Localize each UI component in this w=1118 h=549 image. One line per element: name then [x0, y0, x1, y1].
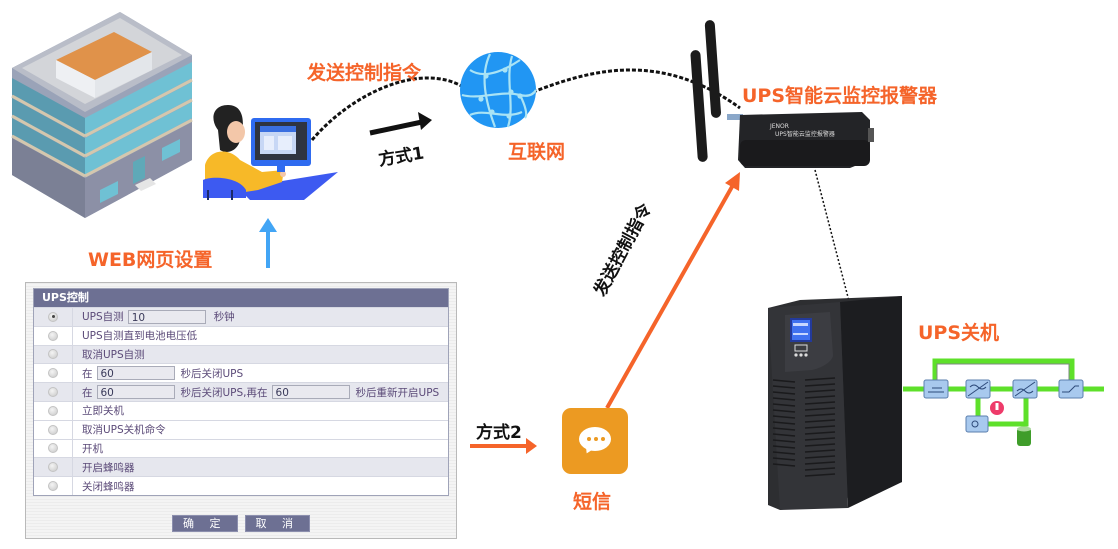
option-row-buzzer-off[interactable]: 关闭蜂鸣器	[34, 476, 448, 495]
form-buttons: 确 定 取 消	[26, 515, 456, 532]
device-model-text: UPS智能云监控报警器	[775, 130, 835, 138]
sms-label: 短信	[573, 491, 612, 513]
option-suffix: 秒后关闭UPS	[180, 367, 244, 380]
shutdown-seconds-input[interactable]: 60	[96, 366, 175, 381]
option-label: 开启蜂鸣器	[82, 461, 135, 474]
option-label: UPS自测	[82, 311, 124, 324]
internet-label: 互联网	[508, 141, 566, 163]
send-command-label-top: 发送控制指令	[307, 62, 422, 84]
option-row-shutdown-after[interactable]: 在 60 秒后关闭UPS	[34, 363, 448, 383]
option-row-shutdown-now[interactable]: 立即关机	[34, 400, 448, 420]
option-label: 关闭蜂鸣器	[82, 480, 135, 493]
confirm-button[interactable]: 确 定	[172, 515, 238, 532]
user-at-computer-icon	[203, 105, 338, 200]
web-setup-up-arrow	[259, 218, 277, 268]
option-row-cancel-shutdown[interactable]: 取消UPS关机命令	[34, 419, 448, 439]
option-row-self-test[interactable]: UPS自测 10 秒钟	[34, 307, 448, 326]
option-label: 在	[82, 386, 93, 399]
option-suffix: 秒后重新开启UPS	[355, 386, 440, 399]
option-row-cancel-self-test[interactable]: 取消UPS自测	[34, 344, 448, 364]
radio-shutdown-now[interactable]	[48, 405, 58, 416]
panel-title: UPS控制	[34, 289, 448, 307]
cancel-button[interactable]: 取 消	[244, 515, 310, 532]
radio-shutdown-after[interactable]	[48, 368, 58, 379]
sms-chat-icon	[562, 408, 628, 474]
option-row-power-on[interactable]: 开机	[34, 438, 448, 458]
sms-to-router-arrow	[605, 172, 740, 409]
ups-control-table: UPS控制 UPS自测 10 秒钟 UPS自测直到电池电压低 取消UPS自测 在…	[33, 288, 449, 496]
radio-cancel-shutdown[interactable]	[48, 424, 58, 435]
ups-flow-diagram-icon	[903, 358, 1104, 446]
web-setup-label: WEB网页设置	[88, 249, 213, 271]
office-building-icon	[11, 12, 193, 218]
radio-cancel-self-test[interactable]	[48, 349, 58, 360]
self-test-seconds-input[interactable]: 10	[127, 309, 206, 324]
radio-self-test[interactable]	[48, 311, 58, 322]
option-label: 立即关机	[82, 405, 124, 418]
device-brand-text: JENOR	[769, 123, 789, 130]
option-row-shutdown-restart[interactable]: 在 60 秒后关闭UPS,再在 60 秒后重新开启UPS	[34, 382, 448, 401]
radio-shutdown-restart[interactable]	[48, 387, 58, 398]
method2-label: 方式2	[476, 423, 522, 443]
ups-shutdown-label: UPS关机	[918, 322, 1000, 344]
device-name-label: UPS智能云监控报警器	[742, 85, 938, 107]
option-label: 在	[82, 367, 93, 380]
option-middle-text: 秒后关闭UPS,再在	[180, 386, 268, 399]
radio-self-test-until-low[interactable]	[48, 330, 58, 341]
option-row-buzzer-on[interactable]: 开启蜂鸣器	[34, 457, 448, 477]
option-label: 取消UPS自测	[82, 348, 145, 361]
ups-tower-icon	[768, 296, 902, 510]
option-row-self-test-until-low[interactable]: UPS自测直到电池电压低	[34, 325, 448, 345]
radio-buzzer-on[interactable]	[48, 462, 58, 473]
shutdown-delay-input[interactable]: 60	[96, 385, 175, 400]
radio-power-on[interactable]	[48, 443, 58, 454]
option-label: 取消UPS关机命令	[82, 424, 166, 437]
connection-line-router-ups	[814, 169, 851, 306]
option-label: 开机	[82, 442, 103, 455]
option-label: UPS自测直到电池电压低	[82, 330, 198, 343]
option-suffix: 秒钟	[213, 311, 235, 324]
method1-arrow	[369, 112, 432, 136]
globe-network-icon	[460, 52, 537, 128]
ups-control-panel: UPS控制 UPS自测 10 秒钟 UPS自测直到电池电压低 取消UPS自测 在…	[25, 282, 457, 539]
restart-delay-input[interactable]: 60	[271, 385, 350, 400]
radio-buzzer-off[interactable]	[48, 481, 58, 492]
